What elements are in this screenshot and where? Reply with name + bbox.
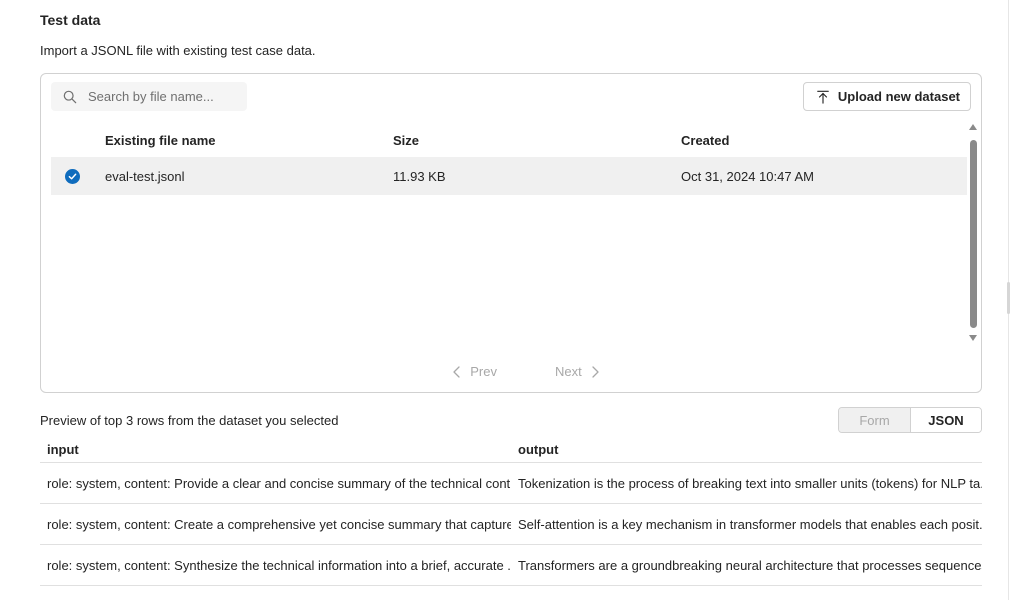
file-created-cell: Oct 31, 2024 10:47 AM	[681, 168, 814, 184]
file-row[interactable]: eval-test.jsonl 11.93 KB Oct 31, 2024 10…	[51, 157, 967, 195]
preview-label: Preview of top 3 rows from the dataset y…	[40, 413, 339, 428]
preview-output-cell: Self-attention is a key mechanism in tra…	[518, 516, 982, 532]
preview-output-cell: Tokenization is the process of breaking …	[518, 475, 982, 491]
chevron-left-icon	[453, 365, 460, 378]
header-size: Size	[393, 132, 420, 148]
preview-input-cell: role: system, content: Synthesize the te…	[47, 557, 511, 573]
file-size-cell: 11.93 KB	[393, 168, 446, 184]
search-box[interactable]	[51, 82, 247, 111]
pagination: Prev Next	[41, 364, 981, 379]
upload-new-dataset-button[interactable]: Upload new dataset	[802, 82, 971, 111]
upload-icon	[817, 90, 829, 104]
preview-table-header: input output	[40, 437, 982, 463]
panel-resize-handle[interactable]	[1007, 282, 1010, 314]
scroll-down-arrow[interactable]	[969, 335, 977, 341]
form-toggle-button[interactable]: Form	[839, 408, 911, 432]
view-toggle: Form JSON	[838, 407, 982, 433]
json-toggle-button[interactable]: JSON	[911, 408, 981, 432]
file-table-header: Existing file name Size Created	[51, 124, 967, 156]
preview-header-input: input	[47, 442, 79, 457]
preview-output-cell: Transformers are a groundbreaking neural…	[518, 557, 982, 573]
scroll-up-arrow[interactable]	[969, 124, 977, 130]
prev-label: Prev	[470, 364, 497, 379]
selected-radio[interactable]	[65, 168, 80, 184]
preview-row: role: system, content: Create a comprehe…	[40, 504, 982, 545]
search-input[interactable]	[88, 89, 238, 104]
table-scrollbar[interactable]	[967, 124, 979, 346]
upload-button-label: Upload new dataset	[837, 89, 960, 104]
chevron-right-icon	[592, 365, 599, 378]
checkmark-icon	[68, 173, 77, 179]
section-description: Import a JSONL file with existing test c…	[40, 43, 316, 58]
next-label: Next	[555, 364, 582, 379]
preview-row: role: system, content: Provide a clear a…	[40, 463, 982, 504]
section-title: Test data	[40, 12, 101, 28]
prev-page-button[interactable]: Prev	[452, 364, 497, 379]
header-file-name: Existing file name	[105, 132, 216, 148]
dataset-picker-card: Upload new dataset Existing file name Si…	[40, 73, 982, 393]
preview-row: role: system, content: Synthesize the te…	[40, 545, 982, 586]
search-icon	[63, 90, 77, 103]
row-select-cell[interactable]	[51, 168, 105, 184]
preview-table: input output role: system, content: Prov…	[40, 437, 982, 586]
preview-header-output: output	[518, 442, 559, 457]
header-created: Created	[681, 132, 730, 148]
file-name-cell: eval-test.jsonl	[105, 168, 185, 184]
next-page-button[interactable]: Next	[555, 364, 600, 379]
preview-input-cell: role: system, content: Create a comprehe…	[47, 516, 511, 532]
preview-input-cell: role: system, content: Provide a clear a…	[47, 475, 511, 491]
scroll-thumb[interactable]	[970, 140, 977, 328]
